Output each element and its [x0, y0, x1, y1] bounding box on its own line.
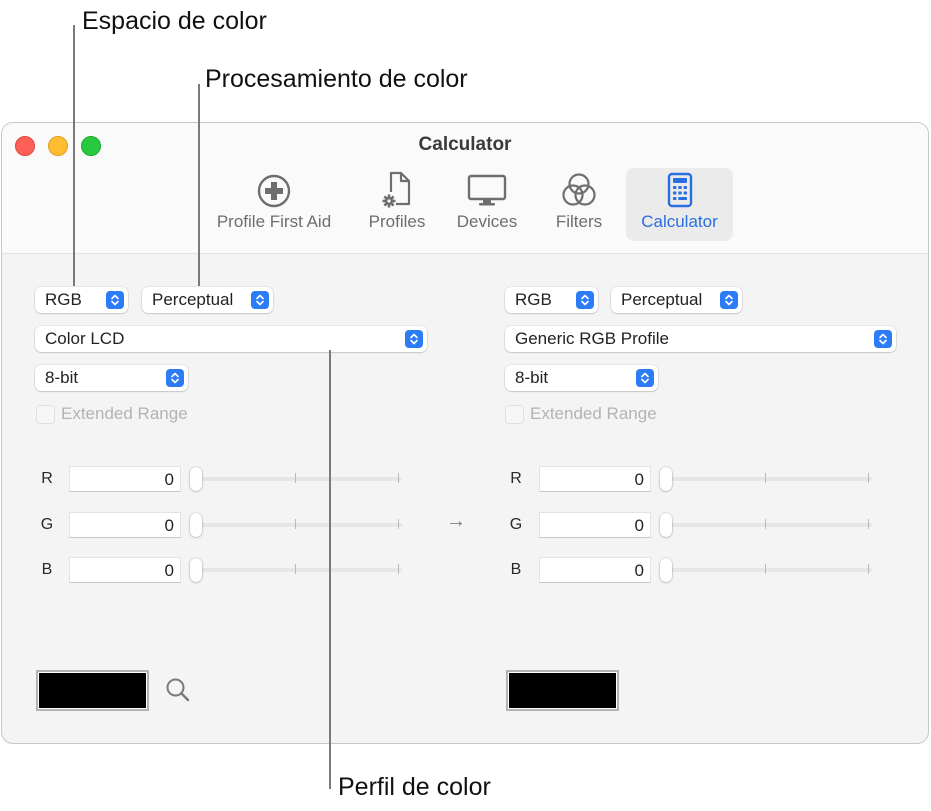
- calculator-icon: [667, 168, 693, 210]
- source-r-field[interactable]: 0: [69, 466, 181, 492]
- display-icon: [467, 168, 507, 210]
- source-color-swatch[interactable]: [36, 670, 149, 711]
- chevron-up-down-icon: [166, 369, 184, 387]
- slider-knob[interactable]: [660, 467, 672, 491]
- callout-color-space: Espacio de color: [82, 7, 267, 35]
- callout-line-color-space: [73, 25, 75, 286]
- channel-label-r: R: [41, 470, 53, 487]
- tab-calculator[interactable]: Calculator: [626, 168, 733, 241]
- popup-value: Perceptual: [621, 290, 703, 309]
- extended-range-checkbox: [36, 404, 55, 424]
- checkbox-label: Extended Range: [530, 404, 657, 423]
- dest-r-field[interactable]: 0: [539, 466, 651, 492]
- source-b-field[interactable]: 0: [69, 557, 181, 583]
- source-g-field[interactable]: 0: [69, 512, 181, 538]
- channel-label-b: B: [41, 561, 53, 578]
- window-title: Calculator: [418, 134, 512, 155]
- channel-label-g: G: [40, 516, 54, 533]
- callout-color-processing: Procesamiento de color: [205, 65, 468, 93]
- chevron-up-down-icon: [874, 330, 892, 348]
- popup-value: RGB: [515, 290, 552, 309]
- source-g-slider[interactable]: [190, 513, 402, 537]
- callout-line-color-profile: [329, 350, 331, 789]
- source-rendering-intent-popup[interactable]: Perceptual: [142, 287, 273, 313]
- dest-bit-depth-popup[interactable]: 8-bit: [505, 365, 658, 391]
- callout-line-color-processing: [198, 84, 200, 286]
- popup-value: Color LCD: [45, 329, 125, 348]
- conversion-arrow-icon: →: [446, 510, 466, 532]
- colorsync-window: Calculator Profile First Aid Profiles De…: [1, 122, 929, 744]
- source-r-slider[interactable]: [190, 467, 402, 491]
- source-profile-popup[interactable]: Color LCD: [35, 326, 427, 352]
- dest-color-swatch[interactable]: [506, 670, 619, 711]
- slider-knob[interactable]: [190, 558, 202, 582]
- slider-knob[interactable]: [660, 558, 672, 582]
- chevron-up-down-icon: [636, 369, 654, 387]
- chevron-up-down-icon: [251, 291, 269, 309]
- chevron-up-down-icon: [405, 330, 423, 348]
- dest-color-space-popup[interactable]: RGB: [505, 287, 598, 313]
- tab-label: Filters: [555, 212, 603, 231]
- tab-profiles[interactable]: Profiles: [357, 168, 437, 241]
- titlebar: Calculator Profile First Aid Profiles De…: [2, 123, 928, 254]
- dest-extended-range: Extended Range: [505, 404, 657, 424]
- slider-knob[interactable]: [660, 513, 672, 537]
- source-b-slider[interactable]: [190, 558, 402, 582]
- dest-rendering-intent-popup[interactable]: Perceptual: [611, 287, 742, 313]
- dest-g-slider[interactable]: [660, 513, 872, 537]
- filters-circles-icon: [560, 168, 598, 210]
- chevron-up-down-icon: [576, 291, 594, 309]
- channel-label-r: R: [510, 470, 522, 487]
- popup-value: 8-bit: [515, 368, 549, 387]
- tab-label: Devices: [456, 212, 518, 231]
- callout-color-profile: Perfil de color: [338, 773, 491, 801]
- dest-r-slider[interactable]: [660, 467, 872, 491]
- popup-value: Perceptual: [152, 290, 234, 309]
- dest-b-field[interactable]: 0: [539, 557, 651, 583]
- slider-knob[interactable]: [190, 467, 202, 491]
- dest-g-field[interactable]: 0: [539, 512, 651, 538]
- popup-value: Generic RGB Profile: [515, 329, 669, 348]
- dest-profile-popup[interactable]: Generic RGB Profile: [505, 326, 896, 352]
- toolbar: Profile First Aid Profiles Devices Filte…: [2, 168, 928, 242]
- source-extended-range: Extended Range: [36, 404, 188, 424]
- document-gear-icon: [380, 168, 414, 210]
- tab-label: Profiles: [368, 212, 426, 231]
- slider-knob[interactable]: [190, 513, 202, 537]
- plus-circle-icon: [257, 168, 291, 210]
- chevron-up-down-icon: [720, 291, 738, 309]
- chevron-up-down-icon: [106, 291, 124, 309]
- dest-b-slider[interactable]: [660, 558, 872, 582]
- tab-label: Calculator: [641, 212, 718, 231]
- tab-label: Profile First Aid: [216, 212, 332, 231]
- channel-label-g: G: [509, 516, 523, 533]
- extended-range-checkbox: [505, 404, 524, 424]
- popup-value: RGB: [45, 290, 82, 309]
- magnifier-icon[interactable]: [165, 677, 191, 708]
- tab-devices[interactable]: Devices: [447, 168, 527, 241]
- tab-filters[interactable]: Filters: [540, 168, 618, 241]
- source-color-space-popup[interactable]: RGB: [35, 287, 128, 313]
- checkbox-label: Extended Range: [61, 404, 188, 423]
- source-bit-depth-popup[interactable]: 8-bit: [35, 365, 188, 391]
- channel-label-b: B: [510, 561, 522, 578]
- popup-value: 8-bit: [45, 368, 79, 387]
- tab-profile-first-aid[interactable]: Profile First Aid: [202, 168, 346, 241]
